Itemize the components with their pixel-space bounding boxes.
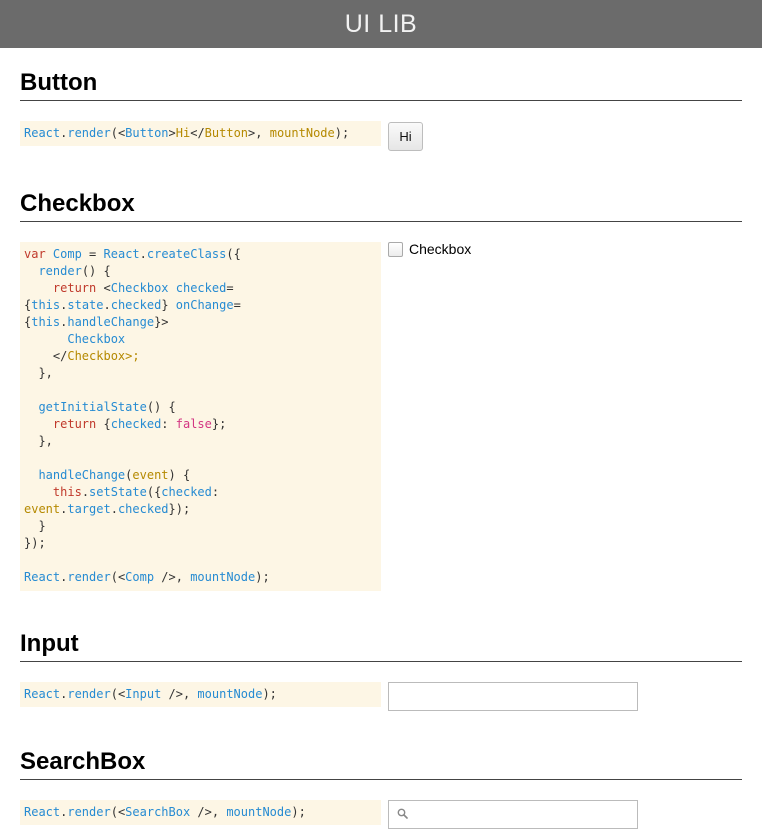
code-sample-input: React.render(<Input />, mountNode); (20, 682, 381, 707)
code-line: render() { (38, 264, 111, 278)
code-line: {this.handleChange}> (24, 315, 169, 329)
section-heading-checkbox: Checkbox (20, 189, 742, 222)
demo-text-input[interactable] (388, 682, 638, 711)
section-checkbox: Checkbox var Comp = React.createClass({ … (20, 189, 742, 591)
code-line: handleChange(event) { (38, 468, 191, 482)
code-line: </Checkbox>; (24, 349, 140, 363)
section-heading-button: Button (20, 68, 742, 101)
code-line: React.render(<Button>Hi</Button>, mountN… (24, 126, 350, 140)
section-input: Input React.render(<Input />, mountNode)… (20, 629, 742, 711)
code-line: event.target.checked}); (24, 502, 191, 516)
code-line: React.render(<Comp />, mountNode); (24, 570, 270, 584)
checkbox-label[interactable]: Checkbox (409, 241, 471, 257)
code-sample-button: React.render(<Button>Hi</Button>, mountN… (20, 121, 381, 146)
section-heading-input: Input (20, 629, 742, 662)
code-line: getInitialState() { (38, 400, 176, 414)
checkbox-square[interactable] (388, 241, 403, 257)
code-line: return <Checkbox checked= (52, 281, 234, 295)
search-icon (397, 806, 408, 824)
code-line: }); (24, 536, 46, 550)
demo-checkbox[interactable]: Checkbox (388, 241, 471, 257)
code-line: var Comp = React.createClass({ (24, 247, 241, 261)
code-line: this.setState({checked: (52, 485, 220, 499)
code-sample-checkbox: var Comp = React.createClass({ render() … (20, 242, 381, 591)
code-line: return {checked: false}; (52, 417, 227, 431)
code-line: React.render(<Input />, mountNode); (24, 687, 277, 701)
app-header: UI LIB (0, 0, 762, 48)
search-input[interactable] (408, 801, 637, 828)
code-line: React.render(<SearchBox />, mountNode); (24, 805, 306, 819)
code-line: }, (24, 366, 53, 380)
code-line: {this.state.checked} onChange= (24, 298, 241, 312)
app-title: UI LIB (344, 9, 418, 38)
section-button: Button React.render(<Button>Hi</Button>,… (20, 68, 742, 151)
code-line: } (24, 519, 46, 533)
code-line: Checkbox (67, 332, 126, 346)
code-line: }, (24, 434, 53, 448)
code-sample-searchbox: React.render(<SearchBox />, mountNode); (20, 800, 381, 825)
demo-hi-button[interactable]: Hi (388, 122, 423, 151)
demo-searchbox[interactable] (388, 800, 638, 829)
section-heading-searchbox: SearchBox (20, 747, 742, 780)
section-searchbox: SearchBox React.render(<SearchBox />, mo… (20, 747, 742, 829)
